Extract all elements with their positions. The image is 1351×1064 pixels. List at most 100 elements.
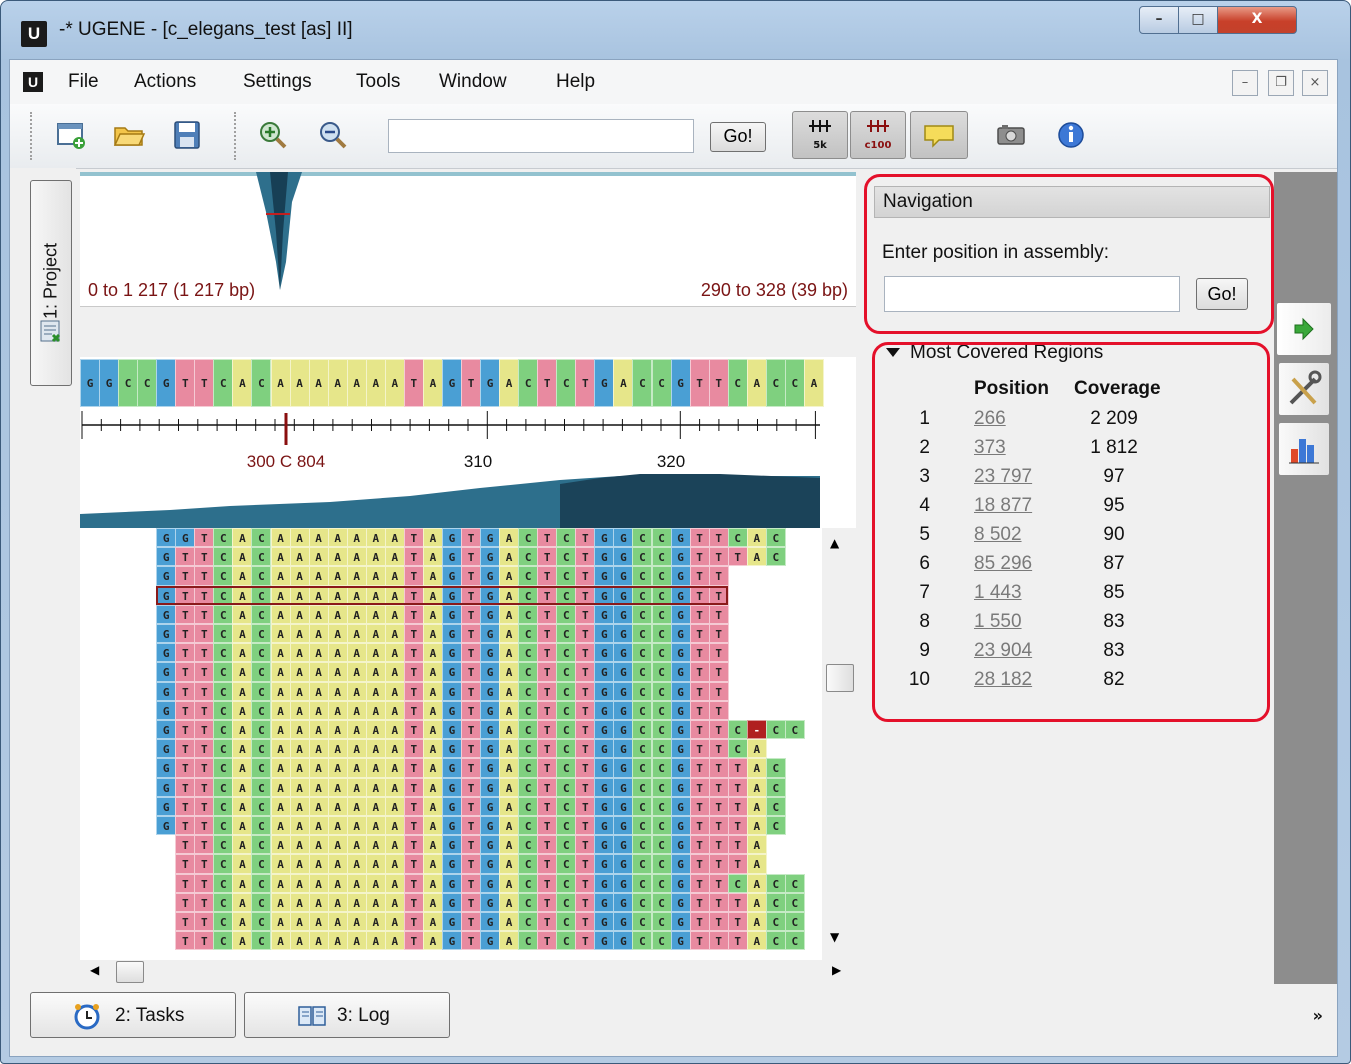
read-base: A xyxy=(384,796,405,816)
read-row[interactable]: GTTCACAAAAAAATAGTGACTCTGGCCGTTTAC xyxy=(80,816,822,836)
ruler-c100-button[interactable]: c100 xyxy=(850,111,906,159)
maximize-button[interactable]: □ xyxy=(1178,6,1218,34)
read-base: T xyxy=(708,700,729,720)
read-row[interactable]: TTCACAAAAAAATAGTGACTCTGGCCGTTTA xyxy=(80,854,822,874)
project-tab[interactable]: 1: Project xyxy=(30,180,72,386)
read-row[interactable]: GTTCACAAAAAAATAGTGACTCTGGCCGTT xyxy=(80,700,822,720)
new-document-icon[interactable] xyxy=(54,118,88,152)
read-base: A xyxy=(346,758,367,778)
read-base: C xyxy=(251,912,272,932)
menu-help[interactable]: Help xyxy=(556,71,595,93)
read-base: T xyxy=(537,604,558,624)
menu-settings[interactable]: Settings xyxy=(243,71,312,93)
more-chevron[interactable]: » xyxy=(1313,1006,1323,1025)
read-base: A xyxy=(270,662,291,682)
read-base: T xyxy=(175,892,196,912)
read-row[interactable]: GTTCACAAAAAAATAGTGACTCTGGCCGTT xyxy=(80,662,822,682)
read-row[interactable]: GTTCACAAAAAAATAGTGACTCTGGCCGTTCA xyxy=(80,739,822,759)
read-base: C xyxy=(632,528,653,548)
tasks-tab[interactable]: 2: Tasks xyxy=(30,992,236,1038)
scroll-up-arrow[interactable]: ▲ xyxy=(830,536,839,550)
reference-sequence-row[interactable]: GGCCGTTCACAAAAAAATAGTGACTCTGACCGTTCACCA xyxy=(80,359,824,407)
ruler-5k-button[interactable]: 5k xyxy=(792,111,848,159)
statistics-tab[interactable] xyxy=(1278,422,1330,476)
reads-area[interactable]: GGTCACAAAAAAATAGTGACTCTGGCCGTTCACGTTCACA… xyxy=(80,528,822,960)
read-base: A xyxy=(384,566,405,586)
read-row[interactable]: GTTCACAAAAAAATAGTGACTCTGGCCGTTTAC xyxy=(80,796,822,816)
toolbar-go-button[interactable]: Go! xyxy=(710,122,766,152)
vertical-scrollbar[interactable]: ▲ ▼ xyxy=(822,528,856,960)
scroll-left-arrow[interactable]: ◀ xyxy=(90,963,99,977)
read-base: G xyxy=(480,662,501,682)
vertical-scroll-thumb[interactable] xyxy=(826,664,854,692)
read-row[interactable]: TTCACAAAAAAATAGTGACTCTGGCCGTTTACC xyxy=(80,912,822,932)
save-icon[interactable] xyxy=(170,118,204,152)
snapshot-icon[interactable] xyxy=(994,118,1028,152)
mdi-close-button[interactable]: × xyxy=(1302,70,1328,96)
horizontal-scrollbar[interactable]: ◀ ▶ xyxy=(80,960,856,984)
horizontal-scroll-thumb[interactable] xyxy=(116,961,144,983)
read-row[interactable]: GTTCACAAAAAAATAGTGACTCTGGCCGTTTAC xyxy=(80,777,822,797)
toolbar-grip-2[interactable] xyxy=(234,112,239,160)
read-row[interactable]: GTTCACAAAAAAATAGTGACTCTGGCCGTTC-CC xyxy=(80,720,822,740)
close-button[interactable]: X xyxy=(1217,6,1297,34)
read-base: G xyxy=(670,892,691,912)
read-base: A xyxy=(289,835,310,855)
read-base: G xyxy=(670,835,691,855)
read-row[interactable]: GTTCACAAAAAAATAGTGACTCTGGCCGTT xyxy=(80,566,822,586)
mdi-minimize-button[interactable]: – xyxy=(1232,70,1258,96)
minimize-button[interactable]: – xyxy=(1139,6,1179,34)
position-search-input[interactable] xyxy=(388,119,694,153)
read-base: C xyxy=(556,873,577,893)
read-row[interactable]: GGTCACAAAAAAATAGTGACTCTGGCCGTTCAC xyxy=(80,528,822,548)
read-base: T xyxy=(708,566,729,586)
read-base: T xyxy=(194,796,215,816)
read-base: T xyxy=(403,816,424,836)
read-row[interactable]: TTCACAAAAAAATAGTGACTCTGGCCGTTTACC xyxy=(80,892,822,912)
read-row[interactable]: TTCACAAAAAAATAGTGACTCTGGCCGTTTA xyxy=(80,835,822,855)
title-bar[interactable]: U -* UGENE - [c_elegans_test [as] II] – … xyxy=(1,1,1350,59)
read-base: G xyxy=(613,835,634,855)
read-base: G xyxy=(441,604,462,624)
read-base: C xyxy=(632,912,653,932)
mdi-restore-button[interactable]: ❐ xyxy=(1268,70,1294,96)
read-base: A xyxy=(746,547,767,567)
toolbar-grip[interactable] xyxy=(30,112,35,160)
read-row[interactable]: GTTCACAAAAAAATAGTGACTCTGGCCGTT xyxy=(80,681,822,701)
info-icon[interactable] xyxy=(1054,118,1088,152)
read-row[interactable]: TTCACAAAAAAATAGTGACTCTGGCCGTTTACC xyxy=(80,931,822,951)
menu-file[interactable]: File xyxy=(68,71,99,93)
reference-base: T xyxy=(689,359,710,407)
hint-button[interactable] xyxy=(910,111,968,159)
menu-actions[interactable]: Actions xyxy=(134,71,196,93)
read-base: C xyxy=(632,547,653,567)
read-row[interactable]: GTTCACAAAAAAATAGTGACTCTGGCCGTT xyxy=(80,585,822,605)
ruler-c100-icon: c100 xyxy=(865,120,891,151)
assembly-overview[interactable]: 0 to 1 217 (1 217 bp) 290 to 328 (39 bp) xyxy=(80,172,856,307)
read-base: G xyxy=(441,796,462,816)
menu-tools[interactable]: Tools xyxy=(356,71,400,93)
read-base: A xyxy=(270,566,291,586)
read-base: C xyxy=(632,624,653,644)
log-tab[interactable]: 3: Log xyxy=(244,992,450,1038)
read-row[interactable]: GTTCACAAAAAAATAGTGACTCTGGCCGTT xyxy=(80,604,822,624)
navigation-tab[interactable] xyxy=(1276,302,1332,356)
read-base: C xyxy=(651,681,672,701)
read-base: G xyxy=(613,873,634,893)
read-base: A xyxy=(308,700,329,720)
scroll-right-arrow[interactable]: ▶ xyxy=(832,963,841,977)
open-folder-icon[interactable] xyxy=(112,118,146,152)
read-base: A xyxy=(422,604,443,624)
settings-tab[interactable] xyxy=(1278,362,1330,416)
read-row[interactable]: TTCACAAAAAAATAGTGACTCTGGCCGTTCACC xyxy=(80,873,822,893)
menu-window[interactable]: Window xyxy=(439,71,507,93)
read-row[interactable]: GTTCACAAAAAAATAGTGACTCTGGCCGTTTAC xyxy=(80,547,822,567)
read-row[interactable]: GTTCACAAAAAAATAGTGACTCTGGCCGTTTAC xyxy=(80,758,822,778)
scroll-down-arrow[interactable]: ▼ xyxy=(830,930,839,944)
read-row[interactable]: GTTCACAAAAAAATAGTGACTCTGGCCGTT xyxy=(80,624,822,644)
read-base: T xyxy=(194,700,215,720)
read-base: T xyxy=(403,643,424,663)
read-row[interactable]: GTTCACAAAAAAATAGTGACTCTGGCCGTT xyxy=(80,643,822,663)
zoom-in-icon[interactable] xyxy=(256,118,290,152)
zoom-out-icon[interactable] xyxy=(316,118,350,152)
